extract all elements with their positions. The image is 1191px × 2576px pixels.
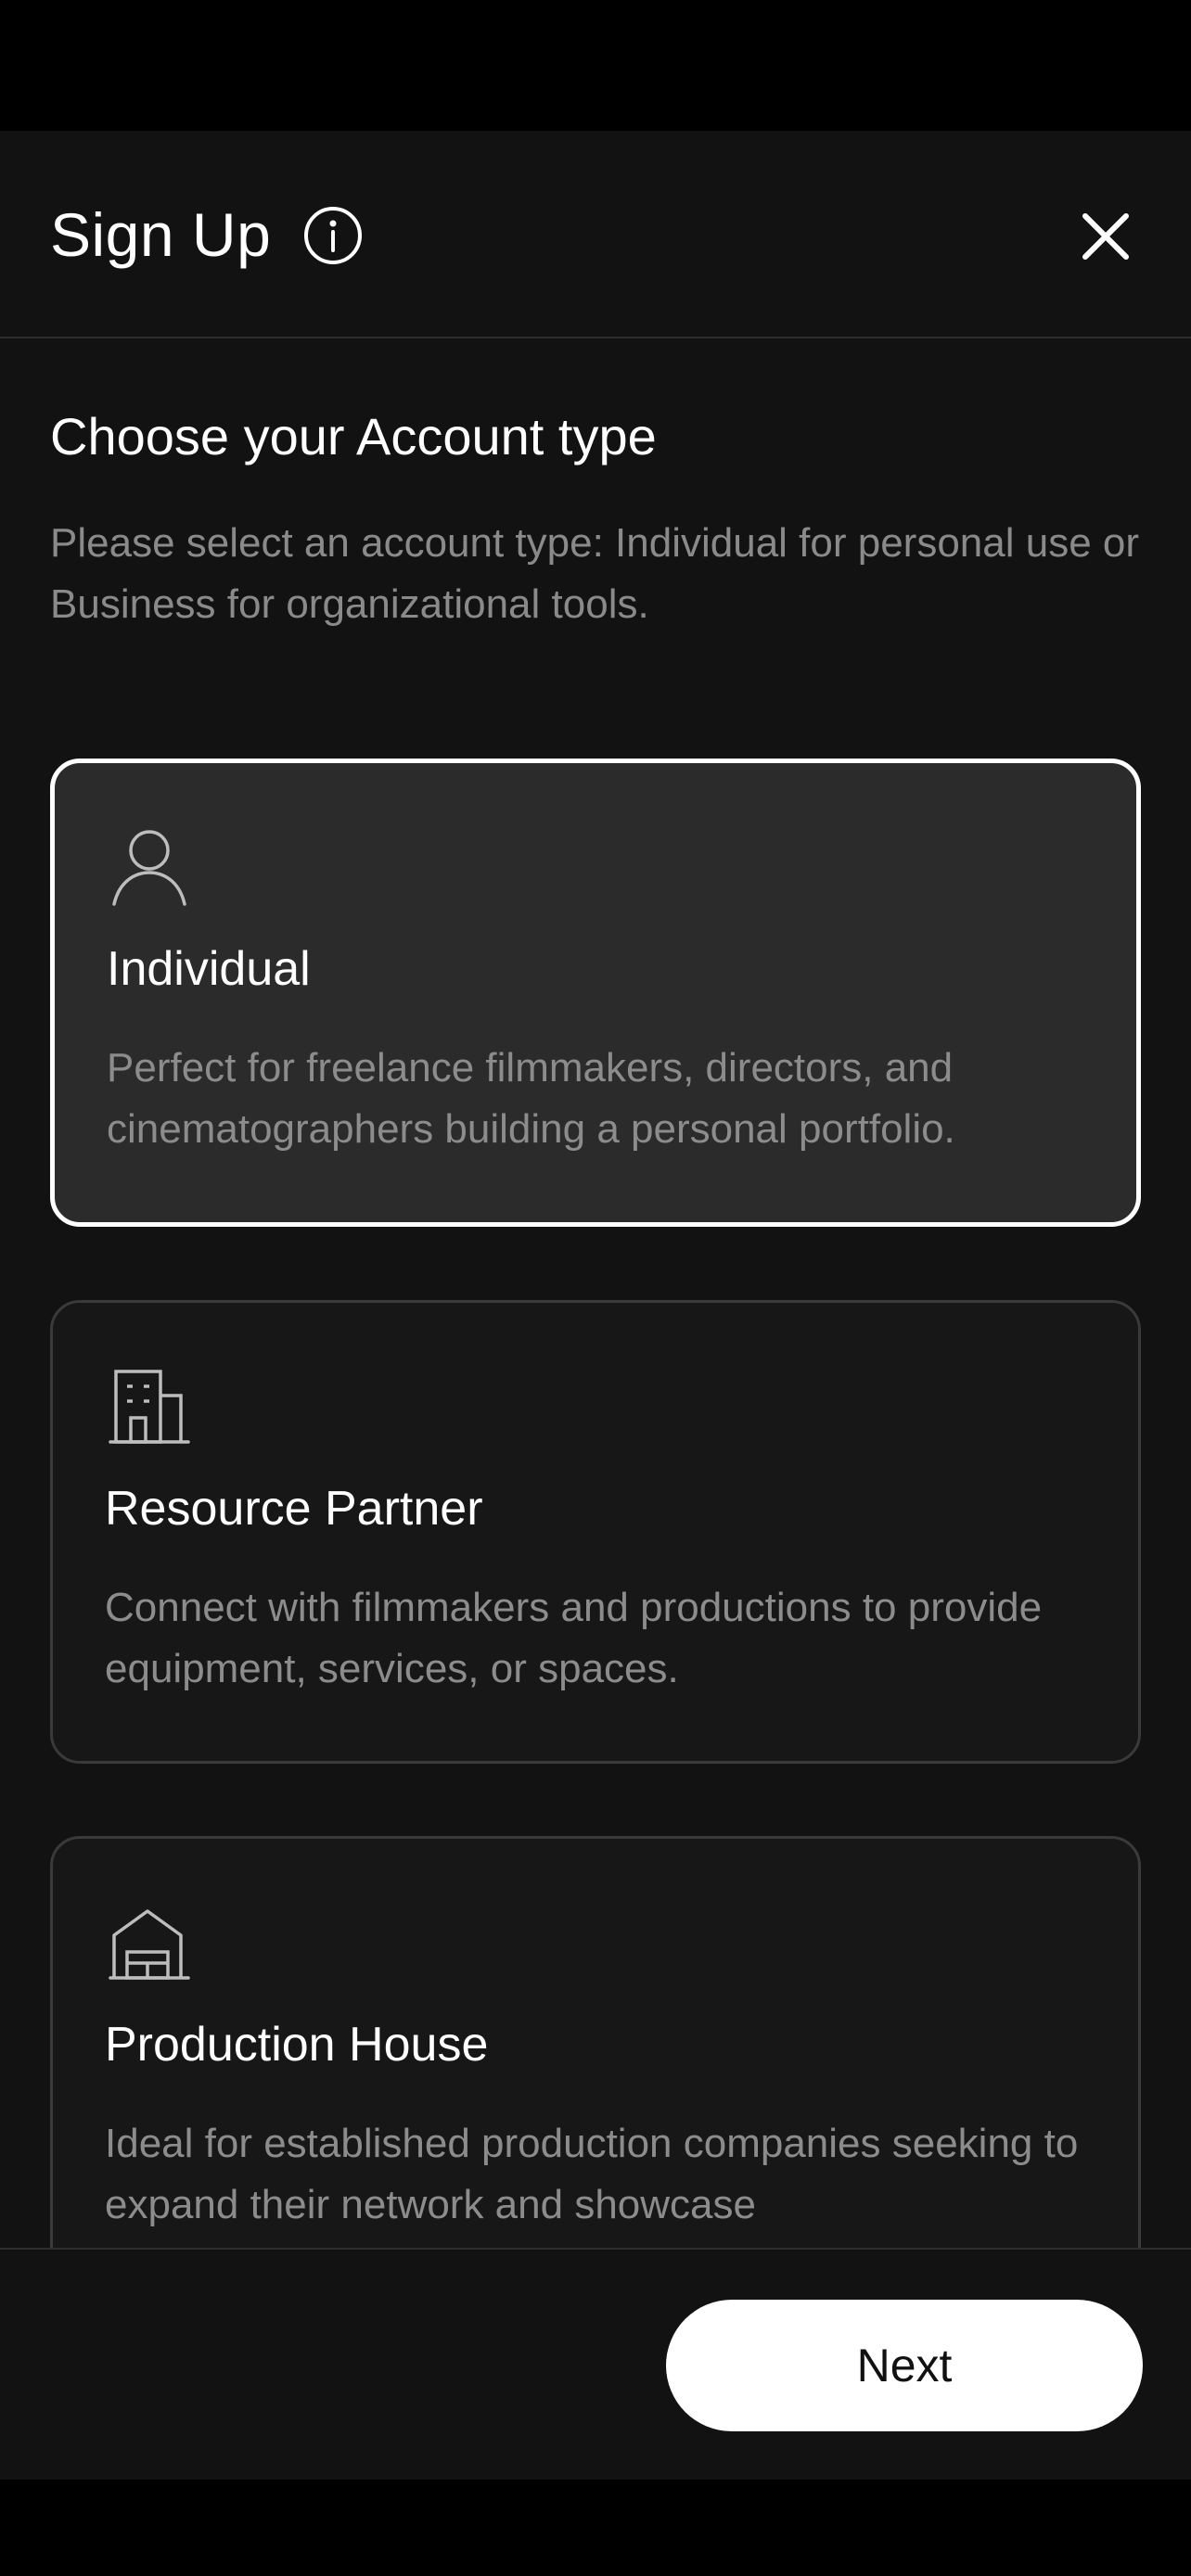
card-description: Ideal for established production compani… <box>105 2121 1079 2227</box>
section-heading: Choose your Account type <box>50 407 657 465</box>
account-type-card-resource-partner[interactable]: Resource Partner Connect with filmmakers… <box>50 1300 1141 1764</box>
bottom-bar <box>0 2480 1191 2576</box>
info-circle-icon[interactable] <box>302 205 364 266</box>
close-icon[interactable] <box>1076 207 1135 266</box>
warehouse-icon <box>109 1909 190 1980</box>
page-title: Sign Up <box>50 200 272 269</box>
card-description: Connect with filmmakers and productions … <box>105 1585 1043 1691</box>
account-type-card-individual[interactable]: Individual Perfect for freelance filmmak… <box>50 759 1141 1227</box>
card-title: Resource Partner <box>105 1482 483 1536</box>
card-title: Individual <box>107 942 311 996</box>
user-icon <box>112 830 186 906</box>
sign-up-sheet: Sign Up Choose your Account type Please … <box>0 131 1191 2480</box>
building-icon <box>109 1370 190 1444</box>
status-bar <box>0 0 1191 131</box>
next-button[interactable]: Next <box>666 2300 1143 2431</box>
sheet-footer: Next <box>0 2248 1191 2480</box>
sheet-header: Sign Up <box>0 131 1191 338</box>
section-description: Please select an account type: Individua… <box>50 520 1140 627</box>
card-description: Perfect for freelance filmmakers, direct… <box>107 1045 955 1152</box>
card-title: Production House <box>105 2018 489 2072</box>
